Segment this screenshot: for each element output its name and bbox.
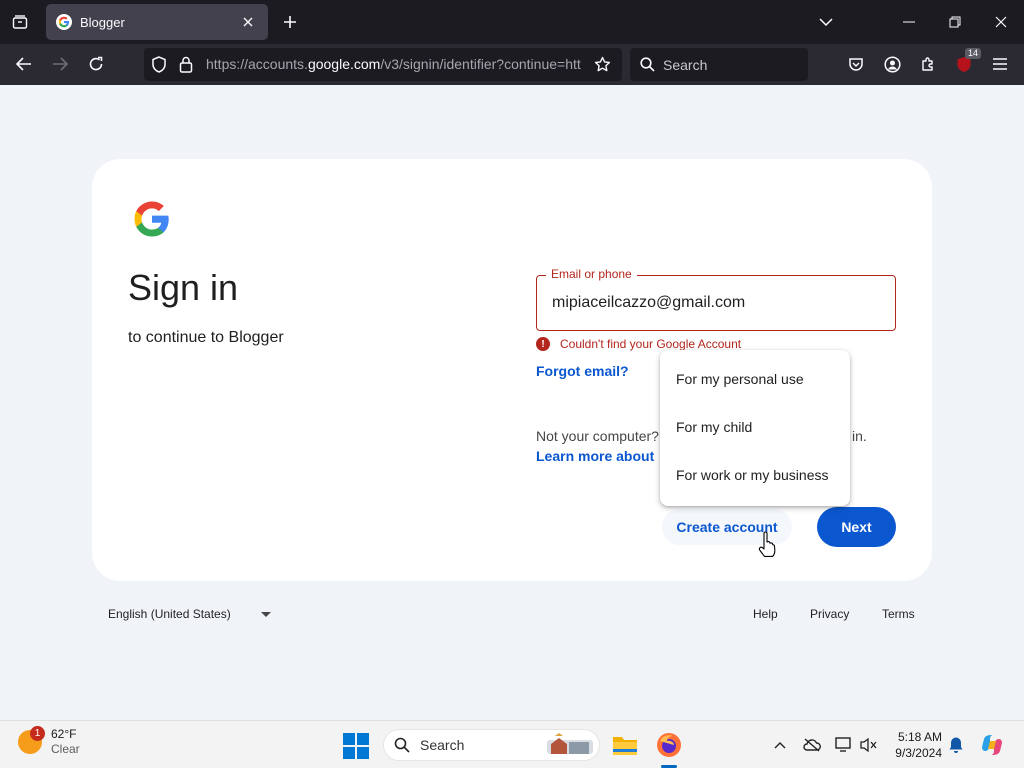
menu-item-personal-use[interactable]: For my personal use bbox=[676, 371, 804, 387]
caret-down-icon bbox=[260, 611, 271, 617]
hamburger-menu-icon bbox=[993, 58, 1007, 70]
clock-date: 9/3/2024 bbox=[895, 746, 942, 760]
minimize-button[interactable] bbox=[886, 0, 932, 44]
forgot-email-link[interactable]: Forgot email? bbox=[536, 363, 629, 379]
weather-condition: Clear bbox=[51, 742, 80, 756]
bell-icon bbox=[949, 737, 963, 753]
next-button[interactable]: Next bbox=[817, 507, 896, 547]
minimize-icon bbox=[903, 21, 915, 23]
new-tab-button[interactable] bbox=[276, 8, 304, 36]
menu-item-work-business[interactable]: For work or my business bbox=[676, 467, 828, 483]
tab-title: Blogger bbox=[80, 14, 125, 30]
file-explorer-button[interactable] bbox=[609, 729, 641, 761]
firefox-icon bbox=[657, 733, 681, 757]
tab-list-icon bbox=[12, 15, 28, 29]
weather-temp: 62°F bbox=[51, 727, 77, 741]
windows-taskbar: 1 62°F Clear Search 5:18 AM 9/3/2024 bbox=[0, 720, 1024, 768]
plus-icon bbox=[284, 16, 296, 28]
address-bar[interactable]: https://accounts.google.com/v3/signin/id… bbox=[144, 48, 622, 81]
restore-icon bbox=[949, 16, 961, 28]
start-button[interactable] bbox=[343, 733, 369, 759]
lock-icon[interactable] bbox=[179, 56, 193, 78]
forward-button[interactable] bbox=[45, 49, 75, 79]
pocket-button[interactable] bbox=[841, 49, 871, 79]
firefox-taskbar-button[interactable] bbox=[653, 729, 685, 761]
extension-badge: 14 bbox=[964, 48, 981, 59]
error-text: Couldn't find your Google Account bbox=[560, 337, 742, 351]
language-label: English (United States) bbox=[108, 607, 231, 621]
taskbar-search-placeholder: Search bbox=[420, 737, 465, 753]
language-selector[interactable]: English (United States) bbox=[108, 607, 271, 621]
guest-notice-tail: in. bbox=[852, 428, 867, 444]
notifications-button[interactable] bbox=[946, 735, 966, 755]
clock-time: 5:18 AM bbox=[897, 730, 942, 744]
email-field[interactable]: Email or phone bbox=[536, 267, 896, 331]
create-account-menu: For my personal use For my child For wor… bbox=[660, 350, 850, 506]
menu-item-child[interactable]: For my child bbox=[676, 419, 752, 435]
browser-search-placeholder: Search bbox=[663, 56, 708, 73]
app-menu-button[interactable] bbox=[985, 49, 1015, 79]
restore-button[interactable] bbox=[932, 0, 978, 44]
browser-tab-bar: Blogger bbox=[0, 0, 1024, 44]
list-all-tabs-button[interactable] bbox=[4, 6, 36, 38]
close-icon bbox=[243, 17, 253, 27]
google-logo-icon bbox=[134, 201, 169, 237]
terms-link[interactable]: Terms bbox=[882, 607, 915, 621]
account-button[interactable] bbox=[877, 49, 907, 79]
pocket-icon bbox=[849, 57, 863, 71]
browser-nav-bar: https://accounts.google.com/v3/signin/id… bbox=[0, 44, 1024, 85]
chevron-down-icon bbox=[819, 18, 833, 26]
close-icon bbox=[995, 16, 1007, 28]
window-close-button[interactable] bbox=[978, 0, 1024, 44]
network-tray-button[interactable] bbox=[834, 735, 854, 755]
url-text: https://accounts.google.com/v3/signin/id… bbox=[206, 56, 581, 72]
weather-text: 62°F Clear bbox=[51, 727, 80, 757]
google-favicon-icon bbox=[56, 14, 72, 30]
puzzle-icon bbox=[922, 57, 933, 71]
taskbar-search[interactable]: Search bbox=[383, 729, 600, 761]
back-button[interactable] bbox=[9, 49, 39, 79]
page-subtitle: to continue to Blogger bbox=[128, 329, 284, 346]
arrow-left-icon bbox=[16, 57, 31, 71]
cloud-off-icon bbox=[803, 738, 821, 752]
tracking-shield-icon[interactable] bbox=[151, 56, 167, 78]
search-icon bbox=[640, 57, 655, 72]
folder-icon bbox=[613, 737, 637, 755]
hand-cursor-icon bbox=[758, 531, 776, 557]
volume-tray-button[interactable] bbox=[858, 735, 878, 755]
weather-widget[interactable]: 1 62°F Clear bbox=[18, 726, 80, 757]
arrow-right-icon bbox=[53, 57, 68, 71]
privacy-link[interactable]: Privacy bbox=[810, 607, 849, 621]
email-input[interactable] bbox=[552, 276, 882, 329]
reload-button[interactable] bbox=[81, 49, 111, 79]
tab-close-button[interactable] bbox=[238, 12, 258, 32]
error-message: ! Couldn't find your Google Account bbox=[536, 337, 741, 351]
chevron-up-icon bbox=[774, 742, 786, 749]
copilot-button[interactable] bbox=[980, 733, 1004, 757]
search-highlight-illustration-icon bbox=[547, 733, 593, 754]
help-link[interactable]: Help bbox=[753, 607, 778, 621]
speaker-muted-icon bbox=[860, 737, 877, 753]
guest-notice-text: Not your computer? bbox=[536, 428, 659, 444]
learn-more-link[interactable]: Learn more about bbox=[536, 448, 654, 464]
extensions-button[interactable] bbox=[913, 49, 943, 79]
show-hidden-icons-button[interactable] bbox=[770, 735, 790, 755]
bookmark-star-icon[interactable] bbox=[594, 56, 611, 78]
monitor-icon bbox=[835, 737, 851, 752]
onedrive-tray-button[interactable] bbox=[802, 735, 822, 755]
tab-overflow-button[interactable] bbox=[803, 0, 849, 44]
page-title: Sign in bbox=[128, 267, 239, 308]
error-icon: ! bbox=[536, 337, 550, 351]
reload-icon bbox=[89, 56, 103, 71]
search-icon bbox=[394, 737, 410, 753]
browser-search-bar[interactable]: Search bbox=[630, 48, 808, 81]
tab-blogger[interactable]: Blogger bbox=[46, 4, 268, 40]
weather-badge: 1 bbox=[30, 726, 45, 741]
weather-sun-icon: 1 bbox=[18, 726, 45, 754]
ublock-extension-button[interactable]: 14 bbox=[949, 48, 981, 79]
copilot-icon bbox=[982, 735, 1002, 755]
account-icon bbox=[883, 55, 901, 73]
system-clock[interactable]: 5:18 AM 9/3/2024 bbox=[888, 729, 942, 761]
